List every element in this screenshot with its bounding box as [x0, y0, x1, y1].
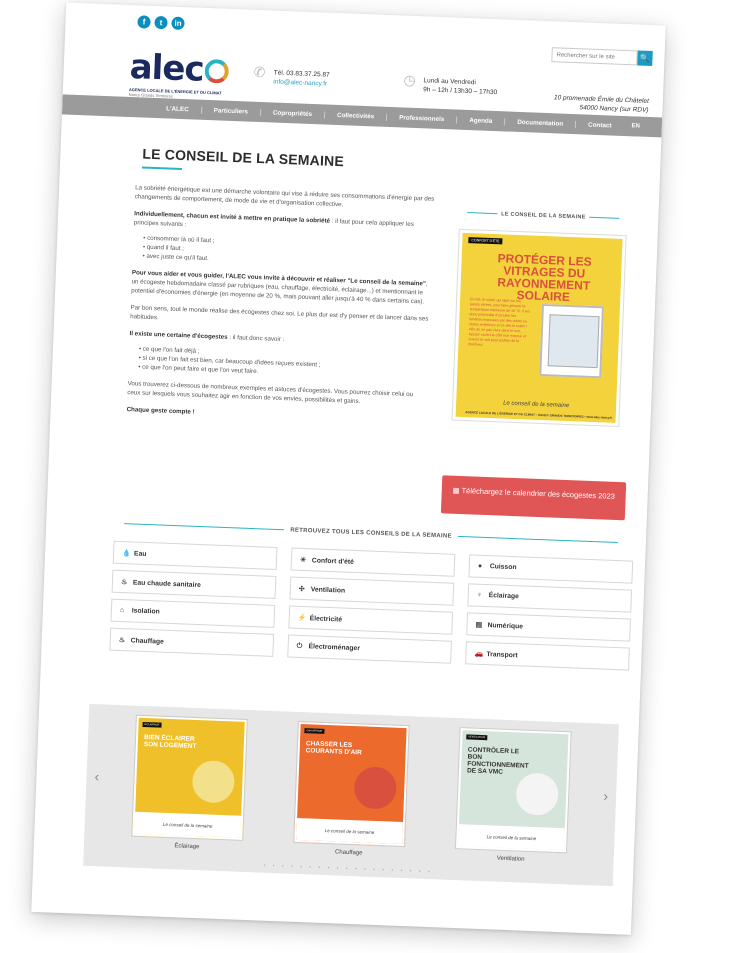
clock-icon: ◷: [403, 71, 417, 88]
house-icon: ⌂: [119, 606, 125, 615]
category-transport[interactable]: 🚗 Transport: [465, 641, 630, 671]
card-caption: Éclairage: [174, 843, 200, 851]
category-isolation[interactable]: ⌂ Isolation: [110, 598, 276, 628]
category-confort-ete[interactable]: ☀ Confort d'été: [290, 547, 456, 577]
nav-item-collectivites[interactable]: Collectivités: [324, 111, 388, 121]
card-caption: Chauffage: [334, 849, 363, 857]
plug-icon: ⚡: [297, 614, 307, 623]
opening-hours: ◷ Lundi au Vendredi 9h – 12h / 13h30 – 1…: [403, 71, 498, 97]
shower-icon: ♨: [120, 579, 128, 587]
category-eau[interactable]: 💧 Eau: [112, 540, 278, 570]
poster-badge: CONFORT D'ÉTÉ: [468, 237, 503, 245]
chevron-left-icon[interactable]: ‹: [94, 768, 99, 784]
category-ventilation[interactable]: ✣ Ventilation: [289, 576, 455, 606]
weekly-tip-poster[interactable]: CONFORT D'ÉTÉ PROTÉGER LES VITRAGES DU R…: [452, 229, 626, 426]
contact-phone: ✆ Tél. 03.83.37.25.87 info@alec-nancy.fr: [253, 64, 330, 89]
fan-icon: ✣: [298, 585, 305, 594]
closing-line: Chaque geste compte !: [126, 406, 195, 416]
card-caption: Ventilation: [496, 855, 525, 863]
search-bar: 🔍: [551, 47, 653, 67]
social-links: f t in: [137, 15, 185, 31]
poster-footer: AGENCE LOCALE DE L'ÉNERGIE ET DU CLIMAT …: [465, 410, 613, 420]
poster-title: PROTÉGER LES VITRAGES DU RAYONNEMENT SOL…: [497, 251, 592, 305]
card-title: CHASSER LES COURANTS D'AIR: [305, 740, 362, 757]
facebook-icon[interactable]: f: [137, 15, 151, 29]
hours-time: 9h – 12h / 13h30 – 17h30: [422, 86, 498, 97]
paragraph-6: Vous trouverez ci-dessous de nombreux ex…: [127, 380, 414, 406]
card-badge: VENTILATION: [466, 734, 488, 741]
chevron-right-icon[interactable]: ›: [603, 788, 608, 804]
nav-item-contact[interactable]: Contact: [576, 121, 624, 130]
carousel-card-eclairage[interactable]: ÉCLAIRAGE BIEN ÉCLAIRER SON LOGEMENT Le …: [132, 715, 247, 840]
phone-icon: ✆: [253, 63, 266, 81]
language-switch[interactable]: EN: [631, 123, 640, 129]
calendar-icon: ▦: [452, 485, 462, 496]
tips-carousel: ‹ › ÉCLAIRAGE BIEN ÉCLAIRER SON LOGEMENT…: [83, 703, 619, 887]
vmc-illustration-icon: [515, 772, 559, 816]
paragraph-4: Par bon sens, tout le monde réalise des …: [130, 304, 429, 323]
category-chauffage[interactable]: ♨ Chauffage: [109, 627, 275, 657]
pan-icon: ●: [477, 562, 483, 570]
category-eau-chaude[interactable]: ♨ Eau chaude sanitaire: [111, 569, 277, 599]
carousel-card-ventilation[interactable]: VENTILATION CONTRÔLER LE BON FONCTIONNEM…: [456, 728, 571, 853]
logo-ring-icon: [204, 58, 229, 84]
poster-signature: Le conseil de la semaine: [503, 400, 570, 410]
twitter-icon[interactable]: t: [154, 15, 168, 30]
card-title: CONTRÔLER LE BON FONCTIONNEMENT DE SA VM…: [466, 746, 529, 776]
car-icon: 🚗: [474, 650, 484, 658]
intro-paragraph: La sobriété énergétique est une démarche…: [134, 184, 435, 209]
nav-item-documentation[interactable]: Documentation: [505, 117, 577, 128]
address: 10 promenade Émile du Châtelet 54000 Nan…: [553, 93, 649, 115]
categories-grid: 💧 Eau ☀ Confort d'été ● Cuisson ♨ Eau ch…: [109, 540, 634, 671]
sidebar-title: LE CONSEIL DE LA SEMAINE: [458, 210, 628, 223]
lamp-illustration-icon: [191, 759, 236, 804]
category-eclairage[interactable]: ♀ Éclairage: [467, 583, 633, 613]
no-draft-illustration-icon: [353, 766, 398, 810]
knowledge-list: ce que l'on fait déjà ; si ce que l'on f…: [138, 345, 429, 383]
window-illustration-icon: [539, 303, 604, 379]
nav-item-professionnels[interactable]: Professionnels: [387, 113, 458, 124]
email-link[interactable]: info@alec-nancy.fr: [273, 77, 329, 88]
category-numerique[interactable]: ▤ Numérique: [466, 612, 631, 642]
power-icon: ⏻: [296, 642, 303, 651]
search-input[interactable]: [551, 47, 638, 66]
card-badge: ÉCLAIRAGE: [142, 721, 162, 728]
category-electromenager[interactable]: ⏻ Électroménager: [287, 634, 453, 664]
water-drop-icon: 💧: [121, 550, 131, 558]
sun-icon: ☀: [299, 556, 307, 565]
principles-list: consommer là où il faut ; quand il faut …: [142, 234, 433, 272]
page-sheet: f t in 🔍 alec AGENCE LOCALE DE L'ÉNERGIE…: [31, 2, 666, 935]
nav-item-agenda[interactable]: Agenda: [457, 116, 506, 125]
alec-logo[interactable]: alec AGENCE LOCALE DE L'ÉNERGIE ET DU CL…: [129, 47, 251, 102]
thermometer-icon: ♨: [118, 636, 126, 645]
categories-title: RETROUVEZ TOUS LES CONSEILS DE LA SEMAIN…: [116, 521, 626, 547]
category-cuisson[interactable]: ● Cuisson: [468, 554, 634, 584]
poster-text: En été, le soleil, qui tape sur les paro…: [468, 297, 530, 347]
card-badge: CHAUFFAGE: [304, 728, 325, 734]
logo-word: alec: [129, 46, 205, 90]
linkedin-icon[interactable]: in: [171, 16, 185, 31]
article-body: La sobriété énergétique est une démarche…: [126, 183, 435, 433]
card-title: BIEN ÉCLAIRER SON LOGEMENT: [143, 734, 197, 751]
search-button[interactable]: 🔍: [637, 50, 653, 67]
nav-item-alec[interactable]: L'ALEC: [154, 104, 202, 114]
paragraph-3: Pour vous aider et vous guider, l'ALEC v…: [131, 269, 428, 306]
nav-item-particuliers[interactable]: Particuliers: [201, 106, 262, 116]
bulb-icon: ♀: [476, 591, 483, 599]
page-title: LE CONSEIL DE LA SEMAINE: [142, 146, 344, 177]
devices-icon: ▤: [475, 621, 483, 629]
nav-item-coproprietes[interactable]: Copropriétés: [260, 108, 326, 119]
carousel-card-chauffage[interactable]: CHAUFFAGE CHASSER LES COURANTS D'AIR Le …: [294, 721, 409, 847]
category-electricite[interactable]: ⚡ Électricité: [288, 605, 454, 635]
download-calendar-button[interactable]: ▦ Téléchargez le calendrier des écogeste…: [440, 475, 627, 521]
